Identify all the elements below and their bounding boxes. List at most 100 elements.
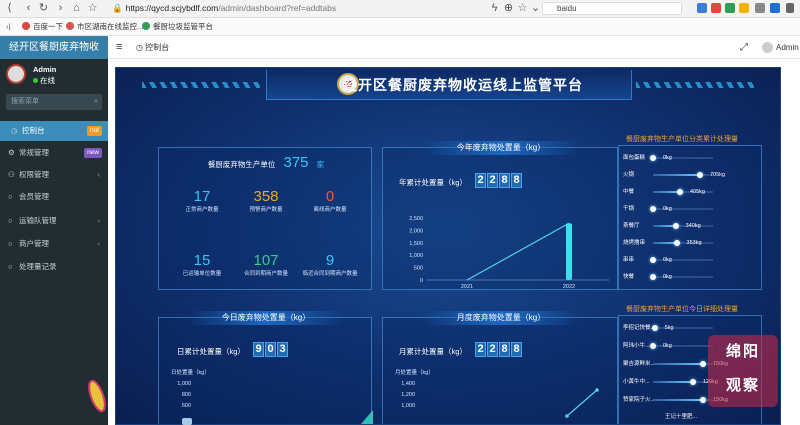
stat-label: 已运输单位数量 bbox=[182, 271, 222, 277]
menu-badge: new bbox=[84, 148, 102, 158]
forward-icon[interactable]: › bbox=[54, 2, 67, 15]
sidebar-item-7[interactable]: ○ 处理量记录 bbox=[0, 257, 108, 277]
chart-bar bbox=[566, 223, 572, 280]
year-panel: 今年废弃物处置量（kg） 年累计处置量（kg） 2288 2,500 2,000 1… bbox=[382, 141, 618, 290]
year-line-chart: 2,500 2,000 1,500 1,000 500 0 2021 2022 bbox=[409, 216, 609, 290]
month-line-chart bbox=[565, 388, 599, 418]
fullscreen-icon[interactable]: ⤢ bbox=[740, 36, 748, 59]
bar-row-value: 340kg bbox=[685, 223, 701, 229]
month-panel: 月度废弃物处置量（kg） 月累计处置量（kg） 2288 月处置量（kg） 1,… bbox=[382, 311, 618, 424]
sidebar-item-label: 权限管理 bbox=[19, 170, 49, 179]
bar-row-name: 中餐 bbox=[623, 189, 635, 195]
circle-icon: ○ bbox=[8, 192, 13, 201]
stat-label: 离线商户数量 bbox=[313, 207, 347, 213]
menu-icon[interactable] bbox=[786, 3, 794, 13]
bar-track bbox=[653, 240, 713, 246]
extension-icon[interactable] bbox=[711, 3, 721, 13]
user-menu[interactable]: Admin bbox=[762, 36, 799, 59]
bar-track bbox=[650, 257, 713, 263]
bar-row-value: 0kg bbox=[663, 257, 672, 263]
bar-track bbox=[650, 274, 713, 280]
bookmark-item[interactable]: 百度一下 bbox=[22, 21, 63, 33]
bar-dot bbox=[650, 343, 656, 349]
browser-search-box[interactable]: baidu bbox=[542, 2, 682, 15]
stat-value: 0 bbox=[325, 188, 335, 205]
extension-icon[interactable] bbox=[697, 3, 707, 13]
sidebar-item-2[interactable]: ⚙ 常规管理 new bbox=[0, 143, 108, 163]
address-bar[interactable]: 🔒 https://qycd.scjybdlf.com/admin/dashboa… bbox=[112, 2, 336, 15]
bar-row-value: 0kg bbox=[663, 206, 672, 212]
sidebar-item-label: 运输队管理 bbox=[19, 216, 57, 225]
group-icon: ⚇ bbox=[8, 170, 15, 179]
menu-badge: hot bbox=[86, 126, 102, 136]
bar-dot bbox=[650, 155, 656, 161]
bookmark-icon[interactable]: ☆ bbox=[86, 2, 99, 15]
bar-row-name: 火锅 bbox=[623, 172, 635, 178]
bar-fill bbox=[653, 381, 693, 383]
bar-row-name: 烧烤撸串 bbox=[623, 240, 646, 246]
search-text: baidu bbox=[557, 4, 577, 13]
bookmark-item[interactable]: 市区湖南在线监控... bbox=[66, 21, 143, 33]
url-host: qycd.scjybdlf.com bbox=[151, 3, 219, 13]
sidebar-item-4[interactable]: ○ 会员管理 bbox=[0, 187, 108, 207]
hamburger-icon[interactable]: ≡ bbox=[116, 36, 122, 59]
bar-row-name: 李招记快餐... bbox=[623, 325, 653, 331]
bar-row-value: 353kg bbox=[686, 240, 702, 246]
star-icon[interactable]: ☆ bbox=[516, 2, 529, 15]
bar-dot bbox=[650, 274, 656, 280]
sidebar-search-input[interactable]: 搜索菜单 ⌕ bbox=[6, 94, 102, 110]
sidebar-item-label: 常规管理 bbox=[19, 148, 49, 157]
browser-toolbar: ⟨ ‹ ↻ › ⌂ ☆ 🔒 https://qycd.scjybdlf.com/a… bbox=[0, 0, 800, 18]
flash-icon[interactable]: ϟ bbox=[488, 2, 501, 15]
bar-track bbox=[650, 155, 713, 161]
bookmark-item[interactable]: 餐厨垃圾监管平台 bbox=[142, 21, 213, 33]
bar-dot bbox=[651, 325, 658, 331]
dashboard-header: 经开区餐厨废弃物收运线上监管平台 bbox=[266, 70, 632, 100]
sidebar-toggle-icon[interactable]: ⟨ bbox=[3, 2, 16, 15]
collapse-icon[interactable]: ‹| bbox=[6, 21, 10, 33]
circle-icon: ○ bbox=[8, 239, 13, 248]
back-icon[interactable]: ‹ bbox=[22, 2, 35, 15]
dashboard-icon: ◷ bbox=[11, 126, 18, 135]
extension-icon[interactable] bbox=[725, 3, 735, 13]
scissors-icon[interactable] bbox=[755, 3, 765, 13]
zoom-icon[interactable]: ⊕ bbox=[502, 2, 515, 15]
bar-row-value: 705kg bbox=[710, 172, 725, 178]
sidebar-item-6[interactable]: ○ 商户管理 ‹ bbox=[0, 234, 108, 254]
reload-icon[interactable]: ↻ bbox=[37, 2, 50, 15]
bookmark-icon bbox=[22, 22, 30, 30]
avatar bbox=[6, 64, 26, 84]
sidebar-item-5[interactable]: ○ 运输队管理 ‹ bbox=[0, 211, 108, 231]
bookmarks-bar: ‹| 百度一下 市区湖南在线监控... 餐厨垃圾监管平台 bbox=[0, 18, 800, 36]
bar-row: 面包蛋糕 0kg bbox=[623, 152, 761, 164]
year-panel-title: 今年废弃物处置量（kg） bbox=[423, 141, 579, 155]
watermark-logo: 绵阳 观察 bbox=[708, 335, 778, 407]
extension-icon[interactable] bbox=[739, 3, 749, 13]
search-icon[interactable]: ⌕ bbox=[94, 94, 98, 110]
dashboard-icon: ◷ bbox=[136, 43, 146, 52]
stat-card: 358 预警商户数量 bbox=[237, 188, 295, 214]
bar-row-name: 面包蛋糕 bbox=[623, 155, 646, 161]
online-dot-icon bbox=[33, 78, 38, 83]
year-total-counter: 2288 bbox=[475, 173, 523, 188]
bar-row-value: 0kg bbox=[663, 343, 672, 349]
chart-bar bbox=[361, 410, 373, 424]
app-logo[interactable]: 经开区餐厨废弃物收 bbox=[0, 36, 108, 59]
bar-row-name: 小黄牛中... bbox=[623, 379, 650, 385]
sidebar-item-3[interactable]: ⚇ 权限管理 ‹ bbox=[0, 165, 108, 185]
sidebar-item-1[interactable]: ◷ 控制台 hot bbox=[0, 121, 108, 141]
home-icon[interactable]: ⌂ bbox=[70, 2, 83, 15]
dashboard-title: 经开区餐厨废弃物收运线上监管平台 bbox=[343, 77, 583, 93]
bar-row-name: 聚吉源鲜米... bbox=[623, 361, 653, 367]
bar-fill bbox=[653, 191, 680, 193]
bar-fill bbox=[653, 363, 703, 365]
bar-row-name: 赞家院子火... bbox=[623, 397, 653, 403]
gear-icon: ⚙ bbox=[8, 148, 15, 157]
scroll-handle[interactable] bbox=[182, 418, 192, 425]
avatar bbox=[762, 42, 773, 53]
bar-row: 李招记快餐... 5kg bbox=[623, 322, 761, 334]
bar-row-value: 405kg bbox=[690, 189, 705, 195]
extension-icon[interactable] bbox=[770, 3, 780, 13]
tab-dashboard[interactable]: ◷ 控制台 bbox=[136, 36, 169, 59]
dropdown-icon[interactable]: ⌄ bbox=[529, 2, 542, 15]
